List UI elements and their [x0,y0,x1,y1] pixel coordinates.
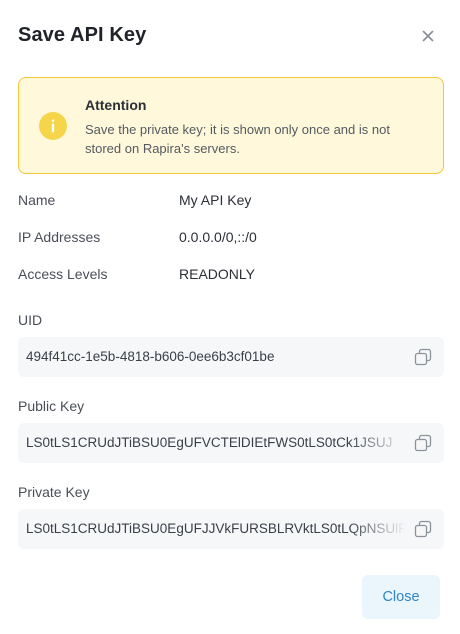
alert-title: Attention [85,97,147,113]
save-api-key-dialog: Save API Key Attention Save the private … [0,0,460,634]
public-key-value: LS0tLS1CRUdJTiBSU0EgUFVCTElDIEtFWS0tLS0t… [26,435,393,450]
uid-field: 494f41cc-1e5b-4818-b606-0ee6b3cf01be [18,337,444,377]
attention-alert: Attention Save the private key; it is sh… [18,77,444,174]
copy-icon[interactable] [414,520,432,538]
dialog-title: Save API Key [18,24,147,46]
close-icon[interactable] [418,26,438,46]
access-levels-value: READONLY [179,266,255,282]
public-key-label: Public Key [18,398,85,414]
ip-addresses-value: 0.0.0.0/0,::/0 [179,229,257,245]
uid-value: 494f41cc-1e5b-4818-b606-0ee6b3cf01be [26,349,275,364]
copy-icon[interactable] [414,434,432,452]
private-key-value: LS0tLS1CRUdJTiBSU0EgUFJJVkFURSBLRVktLS0t… [26,521,406,536]
name-label: Name [18,192,56,208]
info-icon [39,112,67,140]
alert-text: Save the private key; it is shown only o… [85,122,390,156]
uid-label: UID [18,312,43,328]
ip-addresses-label: IP Addresses [18,229,101,245]
private-key-label: Private Key [18,484,90,500]
access-levels-label: Access Levels [18,266,108,282]
public-key-field: LS0tLS1CRUdJTiBSU0EgUFVCTElDIEtFWS0tLS0t… [18,423,444,463]
copy-icon[interactable] [414,348,432,366]
close-button[interactable]: Close [362,575,440,619]
name-value: My API Key [179,192,252,208]
private-key-field: LS0tLS1CRUdJTiBSU0EgUFJJVkFURSBLRVktLS0t… [18,509,444,549]
